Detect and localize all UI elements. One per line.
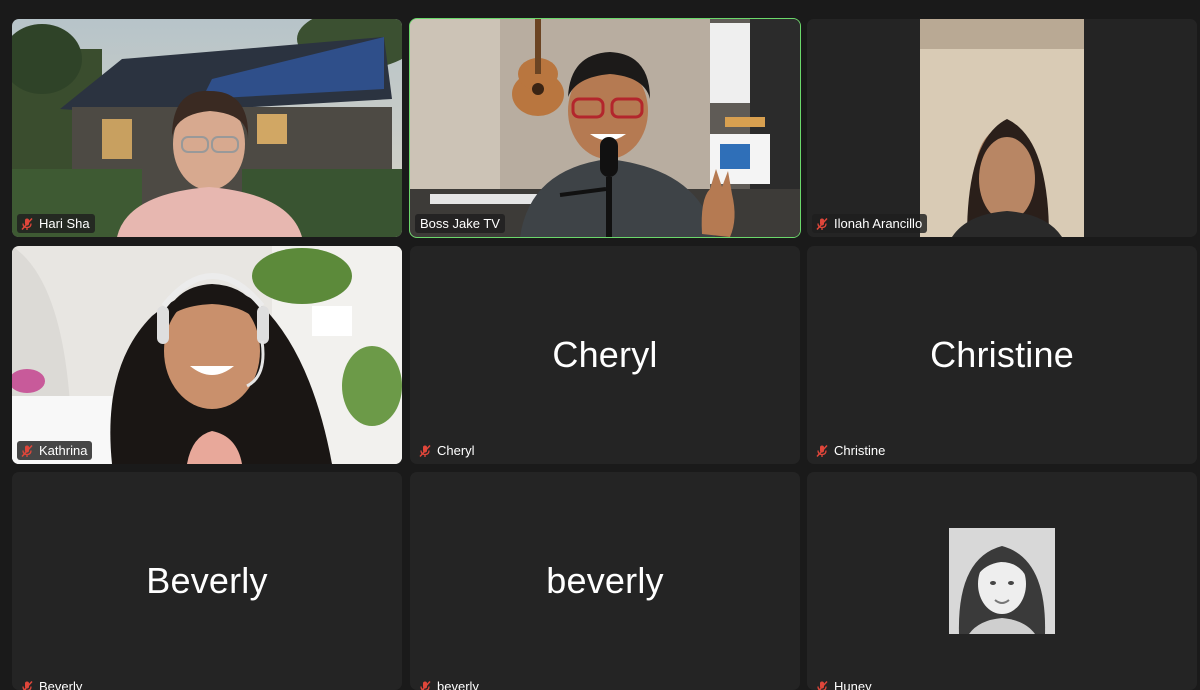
muted-mic-icon bbox=[20, 217, 34, 231]
participant-display-name: Beverly bbox=[12, 560, 402, 602]
participant-name-label: beverly bbox=[415, 677, 484, 690]
muted-mic-icon bbox=[815, 217, 829, 231]
participant-name-label: Ilonah Arancillo bbox=[812, 214, 927, 233]
video-tile-kathrina[interactable]: Kathrina bbox=[12, 246, 402, 464]
participant-display-name: Christine bbox=[807, 334, 1197, 376]
participant-video bbox=[12, 19, 402, 237]
participant-name-label: Cheryl bbox=[415, 441, 480, 460]
participant-name-label: Kathrina bbox=[17, 441, 92, 460]
participant-name: Cheryl bbox=[437, 443, 475, 458]
video-tile-hari-sha[interactable]: Hari Sha bbox=[12, 19, 402, 237]
participant-name-label: Huney bbox=[812, 677, 877, 690]
participant-display-name: beverly bbox=[410, 560, 800, 602]
muted-mic-icon bbox=[418, 444, 432, 458]
video-tile-christine[interactable]: Christine Christine bbox=[807, 246, 1197, 464]
video-tile-cheryl[interactable]: Cheryl Cheryl bbox=[410, 246, 800, 464]
muted-mic-icon bbox=[815, 680, 829, 690]
participant-video bbox=[410, 19, 800, 237]
muted-mic-icon bbox=[815, 444, 829, 458]
muted-mic-icon bbox=[418, 680, 432, 690]
participant-name-label: Boss Jake TV bbox=[415, 214, 505, 233]
profile-picture bbox=[949, 528, 1055, 634]
participant-name: Christine bbox=[834, 443, 885, 458]
participant-name: Ilonah Arancillo bbox=[834, 216, 922, 231]
video-tile-beverly-lowercase[interactable]: beverly beverly bbox=[410, 472, 800, 690]
participant-video bbox=[807, 19, 1197, 237]
muted-mic-icon bbox=[20, 680, 34, 690]
video-tile-huney[interactable]: Huney bbox=[807, 472, 1197, 690]
video-tile-ilonah-arancillo[interactable]: Ilonah Arancillo bbox=[807, 19, 1197, 237]
muted-mic-icon bbox=[20, 444, 34, 458]
participant-name: Kathrina bbox=[39, 443, 87, 458]
participant-name-label: Hari Sha bbox=[17, 214, 95, 233]
participant-name: Hari Sha bbox=[39, 216, 90, 231]
participant-name-label: Beverly bbox=[17, 677, 87, 690]
participant-video bbox=[12, 246, 402, 464]
participant-name: Boss Jake TV bbox=[420, 216, 500, 231]
participant-name-label: Christine bbox=[812, 441, 890, 460]
video-tile-boss-jake-tv[interactable]: Boss Jake TV bbox=[410, 19, 800, 237]
participant-display-name: Cheryl bbox=[410, 334, 800, 376]
video-tile-beverly[interactable]: Beverly Beverly bbox=[12, 472, 402, 690]
